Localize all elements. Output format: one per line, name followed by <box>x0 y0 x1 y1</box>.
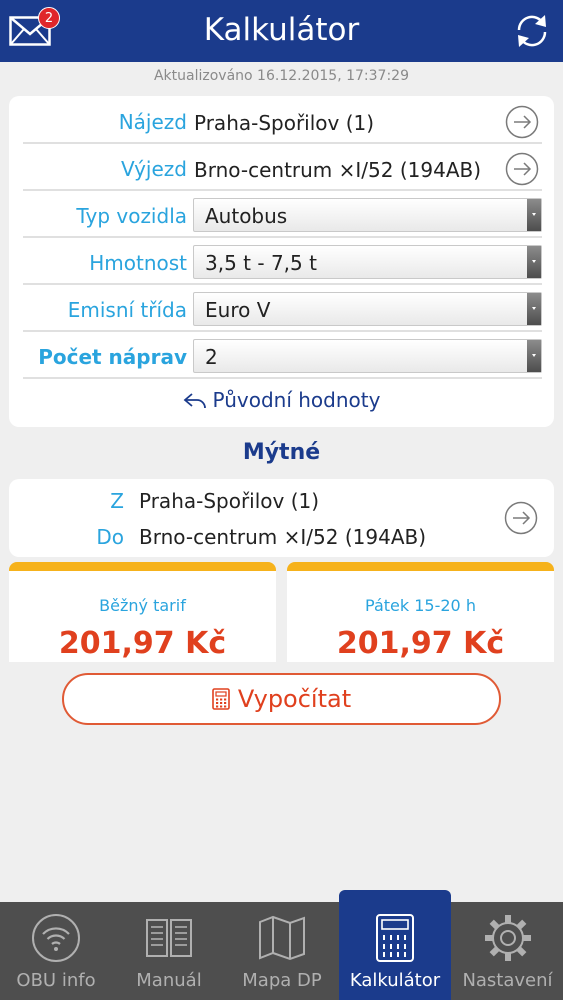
tariff-regular-label: Běžný tarif <box>99 596 186 615</box>
route-form-card: Nájezd Praha-Spořilov (1) Výjezd Brno-ce… <box>9 96 554 427</box>
last-updated-text: Aktualizováno 16.12.2015, 17:37:29 <box>153 68 409 84</box>
dropdown-arrow-icon <box>527 293 541 325</box>
arrow-right-circle-icon[interactable] <box>505 105 539 139</box>
app-header: 2 Kalkulátor <box>0 0 563 62</box>
exit-value: Brno-centrum ×I/52 (194AB) <box>194 158 482 182</box>
exit-row[interactable]: Výjezd Brno-centrum ×I/52 (194AB) <box>23 145 542 191</box>
weight-value: 3,5 t - 7,5 t <box>205 251 317 275</box>
nav-item-obu-info[interactable]: OBU info <box>0 902 112 1000</box>
wifi-circle-icon <box>32 914 80 962</box>
weight-label: Hmotnost <box>89 251 187 275</box>
calculate-button[interactable]: Vypočítat <box>62 673 501 725</box>
emission-select[interactable]: Euro V <box>193 292 542 326</box>
nav-item-manual[interactable]: Manuál <box>113 902 225 1000</box>
tariff-regular-card: Běžný tarif 201,97 Kč <box>9 562 276 662</box>
emission-value: Euro V <box>205 298 271 322</box>
route-summary-card: Z Praha-Spořilov (1) Do Brno-centrum ×I/… <box>9 479 554 557</box>
from-value: Praha-Spořilov (1) <box>139 489 320 513</box>
axles-row: Počet náprav 2 <box>23 333 542 379</box>
undo-arrow-icon <box>183 393 206 409</box>
tariff-friday-value: 201,97 Kč <box>336 626 505 661</box>
map-icon <box>259 915 305 961</box>
nav-item-calculator[interactable]: Kalkulátor <box>339 890 451 1000</box>
page-title: Kalkulátor <box>203 12 360 48</box>
calculator-icon <box>376 914 414 962</box>
reset-defaults-label: Původní hodnoty <box>212 388 381 412</box>
entry-value: Praha-Spořilov (1) <box>194 111 375 135</box>
nav-item-map[interactable]: Mapa DP <box>226 902 338 1000</box>
emission-row: Emisní třída Euro V <box>23 286 542 332</box>
nav-item-settings[interactable]: Nastavení <box>452 902 563 1000</box>
entry-label: Nájezd <box>118 110 187 134</box>
dropdown-arrow-icon <box>527 246 541 278</box>
arrow-right-circle-icon[interactable] <box>504 501 538 535</box>
nav-label: Mapa DP <box>242 970 322 991</box>
weight-row: Hmotnost 3,5 t - 7,5 t <box>23 239 542 285</box>
tariff-regular-value: 201,97 Kč <box>58 626 227 661</box>
bottom-navigation: OBU info Manuál Mapa DP Kalkulátor Nasta… <box>0 890 563 1000</box>
nav-label: Kalkulátor <box>349 970 441 991</box>
emission-label: Emisní třída <box>67 298 187 322</box>
tariff-friday-card: Pátek 15-20 h 201,97 Kč <box>287 562 554 662</box>
vehicle-type-row: Typ vozidla Autobus <box>23 192 542 238</box>
calculate-label: Vypočítat <box>237 685 352 713</box>
to-label: Do <box>96 525 124 549</box>
weight-select[interactable]: 3,5 t - 7,5 t <box>193 245 542 279</box>
vehicle-type-value: Autobus <box>205 204 288 228</box>
from-label: Z <box>110 489 124 513</box>
reset-defaults-button[interactable]: Původní hodnoty <box>9 388 554 412</box>
axles-label: Počet náprav <box>38 345 187 369</box>
entry-row[interactable]: Nájezd Praha-Spořilov (1) <box>23 98 542 144</box>
axles-value: 2 <box>205 345 218 369</box>
toll-section-title: Mýtné <box>242 440 321 465</box>
nav-label: Nastavení <box>462 970 553 991</box>
nav-label: Manuál <box>136 970 202 991</box>
book-icon <box>146 919 192 957</box>
exit-label: Výjezd <box>120 157 187 181</box>
nav-label: OBU info <box>16 970 96 991</box>
axles-select[interactable]: 2 <box>193 339 542 373</box>
to-value: Brno-centrum ×I/52 (194AB) <box>139 525 427 549</box>
refresh-icon[interactable] <box>511 10 553 52</box>
vehicle-type-label: Typ vozidla <box>76 204 187 228</box>
calculator-icon <box>212 688 230 710</box>
tariff-friday-label: Pátek 15-20 h <box>365 596 476 615</box>
dropdown-arrow-icon <box>527 340 541 372</box>
dropdown-arrow-icon <box>527 199 541 231</box>
gear-icon <box>484 915 531 961</box>
vehicle-type-select[interactable]: Autobus <box>193 198 542 232</box>
arrow-right-circle-icon[interactable] <box>505 152 539 186</box>
